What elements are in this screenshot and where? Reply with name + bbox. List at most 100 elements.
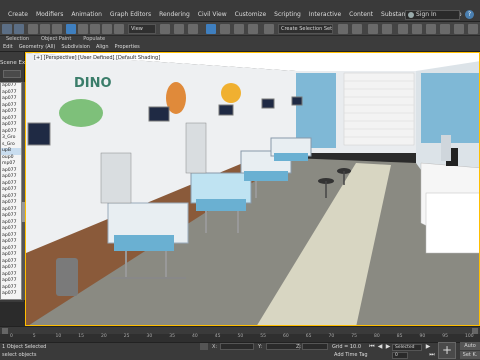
scene-explorer-list[interactable]: ap077 ap077 ap077 ap077 ap077 ap077 ap077 ap077… xyxy=(0,82,22,300)
named-selection-set-dropdown[interactable]: Create Selection Set xyxy=(278,24,333,34)
track-bar[interactable]: 0 5 10 15 20 25 30 35 40 45 50 55 60 65 70 75 80 85 90 95 10… xyxy=(0,334,480,342)
render-production-icon[interactable] xyxy=(468,24,478,34)
viewport-label[interactable]: [+] [Perspective] [User Defined] [Defaul… xyxy=(34,55,161,61)
layer-explorer-icon[interactable] xyxy=(368,24,378,34)
material-editor-icon[interactable] xyxy=(426,24,436,34)
unlink-icon[interactable] xyxy=(40,24,50,34)
timeline-tick-label: 40 xyxy=(192,334,198,339)
help-icon[interactable]: ? xyxy=(465,10,474,19)
menu-item-customize[interactable]: Customize xyxy=(231,11,271,18)
undo-icon[interactable] xyxy=(2,24,12,34)
render-setup-icon[interactable] xyxy=(440,24,450,34)
wall-monitor-left xyxy=(27,122,51,146)
time-slider[interactable] xyxy=(0,326,480,334)
goto-start-icon[interactable]: ⏮ xyxy=(368,343,376,350)
blue-wall-panel xyxy=(291,73,336,148)
timeline-tick-label: 90 xyxy=(419,334,426,339)
dino-decal xyxy=(59,99,103,127)
goto-end-icon[interactable]: ⏭ xyxy=(428,351,436,358)
spinner-snap-icon[interactable] xyxy=(248,24,258,34)
select-object-icon[interactable] xyxy=(66,24,76,34)
ribbon-item-align[interactable]: Align xyxy=(93,44,112,50)
timeline-tick-label: 35 xyxy=(169,334,175,339)
ribbon-tab-object-paint[interactable]: Object Paint xyxy=(35,36,77,42)
edit-named-selection-icon[interactable] xyxy=(264,24,274,34)
explorer-list-item[interactable]: ap077 xyxy=(1,291,21,298)
user-icon xyxy=(408,12,414,18)
menu-item-civil-view[interactable]: Civil View xyxy=(194,11,231,18)
placement-icon[interactable] xyxy=(114,24,124,34)
perspective-viewport[interactable]: DINO xyxy=(25,52,480,326)
set-key-button[interactable]: Set K. xyxy=(460,351,480,359)
timeline-tick-label: 45 xyxy=(214,334,221,339)
sign-in-dropdown[interactable]: Sign In xyxy=(405,10,460,20)
y-coord-field[interactable] xyxy=(266,343,300,350)
timeline-tick-label: 100 xyxy=(465,334,474,339)
bind-space-warp-icon[interactable] xyxy=(52,24,62,34)
ribbon: Selection Object Paint Populate Edit Geomet… xyxy=(0,36,480,52)
timeline-tick-label: 30 xyxy=(146,334,153,339)
mirror-icon[interactable] xyxy=(338,24,348,34)
align-icon[interactable] xyxy=(352,24,362,34)
status-selection-count: 1 Object Selected xyxy=(2,344,47,350)
rendered-frame-window-icon[interactable] xyxy=(454,24,464,34)
menu-item-interactive[interactable]: Interactive xyxy=(305,11,345,18)
select-scale-icon[interactable] xyxy=(102,24,112,34)
menu-item-rendering[interactable]: Rendering xyxy=(155,11,194,18)
lion-decal xyxy=(221,83,241,103)
ribbon-item-geometry-all-[interactable]: Geometry (All) xyxy=(16,44,59,50)
auto-key-button[interactable]: Auto xyxy=(460,342,480,350)
schematic-view-icon[interactable] xyxy=(412,24,422,34)
reference-coordinate-dropdown[interactable]: View xyxy=(128,24,156,34)
select-move-icon[interactable] xyxy=(78,24,88,34)
explorer-filter-dropdown[interactable] xyxy=(3,70,21,78)
timeline-tick-label: 10 xyxy=(55,334,62,339)
key-filter-dropdown[interactable]: Selected xyxy=(392,344,422,351)
lock-selection-icon[interactable] xyxy=(200,343,208,350)
redo-icon[interactable] xyxy=(14,24,24,34)
menu-item-content[interactable]: Content xyxy=(345,11,377,18)
right-blue-panel xyxy=(421,73,479,143)
select-rotate-icon[interactable] xyxy=(90,24,100,34)
ribbon-item-edit[interactable]: Edit xyxy=(0,44,16,50)
supply-cart xyxy=(441,135,451,161)
menu-item-create[interactable]: Create xyxy=(4,11,32,18)
timeline-tick-label: 60 xyxy=(283,334,289,339)
snaps-toggle-icon[interactable] xyxy=(206,24,216,34)
menu-bar: Create Modifiers Animation Graph Editors Ren… xyxy=(0,0,480,22)
timeline-tick-label: 80 xyxy=(374,334,380,339)
ribbon-tab-selection[interactable]: Selection xyxy=(0,36,35,42)
menu-item-scripting[interactable]: Scripting xyxy=(270,11,305,18)
timeline-tick-label: 5 xyxy=(32,334,36,339)
prev-frame-icon[interactable]: ◀ xyxy=(376,343,384,350)
angle-snap-icon[interactable] xyxy=(220,24,230,34)
wall-art-dino-text: DINO xyxy=(74,76,112,91)
timeline-tick-label: 70 xyxy=(328,334,335,339)
status-prompt: select objects xyxy=(2,352,37,358)
menu-item-animation[interactable]: Animation xyxy=(67,11,106,18)
percent-snap-icon[interactable] xyxy=(234,24,244,34)
ribbon-tab-populate[interactable]: Populate xyxy=(77,36,111,42)
menu-item-modifiers[interactable]: Modifiers xyxy=(32,11,67,18)
menu-item-graph-editors[interactable]: Graph Editors xyxy=(106,11,155,18)
current-frame-field[interactable]: 0 xyxy=(392,352,408,359)
select-manipulate-icon[interactable] xyxy=(174,24,184,34)
grid-size: Grid = 10.0 xyxy=(332,344,361,350)
timeline-tick-label: 65 xyxy=(305,334,312,339)
graphite-toolbar-icon[interactable] xyxy=(382,24,392,34)
ribbon-item-subdivision[interactable]: Subdivision xyxy=(58,44,93,50)
link-icon[interactable] xyxy=(28,24,38,34)
timeline-tick-label: 0 xyxy=(10,334,13,339)
play-icon[interactable]: ▶ xyxy=(384,343,392,350)
add-time-tag-button[interactable]: Add Time Tag xyxy=(334,352,368,358)
ribbon-item-properties[interactable]: Properties xyxy=(112,44,143,50)
pivot-center-icon[interactable] xyxy=(160,24,170,34)
trash-can xyxy=(56,258,78,296)
timeline-tick-label: 55 xyxy=(260,334,266,339)
set-key-icon[interactable]: + xyxy=(438,342,456,359)
curve-editor-icon[interactable] xyxy=(398,24,408,34)
x-coord-field[interactable] xyxy=(220,343,254,350)
keyboard-shortcut-icon[interactable] xyxy=(188,24,198,34)
z-coord-field[interactable] xyxy=(302,343,328,350)
next-frame-icon[interactable]: ▶ xyxy=(424,343,432,350)
